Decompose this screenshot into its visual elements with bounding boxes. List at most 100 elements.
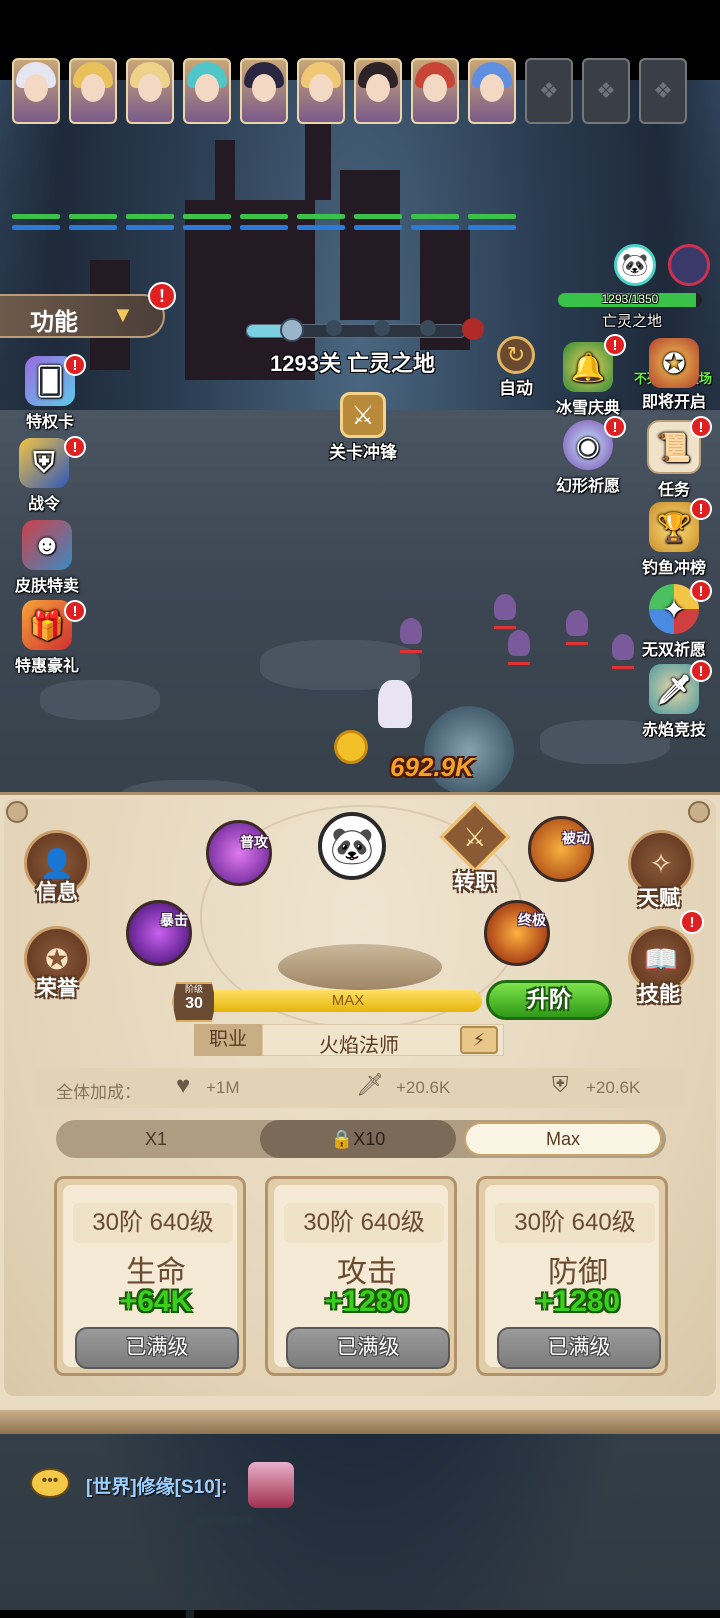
upgrade-rank-label: 升阶 <box>526 987 571 1012</box>
right-icon-label: 赤焰竞技 <box>641 722 706 739</box>
right-icon-label: 即将开启 <box>641 394 706 411</box>
alert-icon: ! <box>690 416 712 438</box>
hero-hp-bar <box>411 214 459 219</box>
hero-portrait[interactable] <box>468 58 516 124</box>
alert-icon: ! <box>690 660 712 682</box>
person-icon: 👤 <box>39 847 75 879</box>
hero-energy-bar <box>411 225 459 230</box>
function-menu-button[interactable]: 功能 ▼ <box>0 294 165 338</box>
rank-progress-bar: MAX <box>214 990 482 1012</box>
stat-card-attack: 30阶 640级 攻击 +1280 已满级 <box>265 1176 457 1376</box>
chat-bubble-icon[interactable]: ••• <box>30 1468 70 1498</box>
locked-hero-slot[interactable]: ❖ <box>639 58 687 124</box>
alert-icon: ! <box>690 498 712 520</box>
lock-icon: 🔒 <box>330 1129 354 1149</box>
multiplier-max-tab[interactable]: Max <box>464 1122 662 1156</box>
shield-icon: ⛨ <box>552 1072 569 1097</box>
auto-label: 自动 <box>499 379 533 398</box>
hero-hp-bar <box>126 214 174 219</box>
right-icon-arena[interactable]: ✪ 即将开启 <box>634 338 714 412</box>
bonus-def-value: +20.6K <box>586 1078 641 1097</box>
right-icon-label: 幻形祈愿 <box>555 478 620 495</box>
chat-channel[interactable]: [世界]修缘[S10]: <box>86 1472 227 1499</box>
stat-card-level: 30阶 640级 <box>495 1203 655 1243</box>
alert-icon: ! <box>680 910 704 934</box>
left-icon-label: 皮肤特卖 <box>14 578 79 595</box>
maxed-button[interactable]: 已满级 <box>286 1327 450 1369</box>
multiplier-x1-tab[interactable]: X1 <box>56 1120 256 1158</box>
maxed-button[interactable]: 已满级 <box>75 1327 239 1369</box>
auto-button[interactable]: ↻ 自动 <box>488 336 544 398</box>
stat-card-defense: 30阶 640级 防御 +1280 已满级 <box>476 1176 668 1376</box>
boss-name: 亡灵之地 <box>601 313 662 330</box>
hero-energy-bar <box>297 225 345 230</box>
ultimate-label: 终极 <box>518 912 546 928</box>
hero-energy-bar <box>126 225 174 230</box>
hero-portrait[interactable] <box>183 58 231 124</box>
hero-energy-bar <box>354 225 402 230</box>
hero-portrait[interactable] <box>126 58 174 124</box>
alert-icon: ! <box>604 416 626 438</box>
crit-label: 暴击 <box>160 912 188 928</box>
boss-avatar-demon[interactable] <box>668 244 710 286</box>
alert-icon: ! <box>64 354 86 376</box>
maxed-button[interactable]: 已满级 <box>497 1327 661 1369</box>
right-icon-label: 任务 <box>657 482 690 499</box>
alert-icon: ! <box>690 580 712 602</box>
pedestal <box>278 944 442 990</box>
hero-portrait[interactable] <box>69 58 117 124</box>
hero-energy-bar <box>240 225 288 230</box>
crossed-swords-icon: ⚔ <box>439 801 511 873</box>
hero-energy-bar <box>69 225 117 230</box>
stage-charge-button[interactable]: ⚔ 关卡冲锋 <box>318 392 408 463</box>
hero-portrait[interactable] <box>411 58 459 124</box>
right-icon-label: 钓鱼冲榜 <box>641 560 706 577</box>
job-label: 职业 <box>194 1024 262 1056</box>
hero-hp-bar <box>354 214 402 219</box>
normal-attack-skill[interactable] <box>206 820 272 886</box>
skills-label: 技能 <box>638 983 680 1006</box>
hero-hp-bar <box>240 214 288 219</box>
book-icon: 📖 <box>643 943 679 975</box>
boss-avatar-panda[interactable]: 🐼 <box>614 244 656 286</box>
chevron-down-icon: ▼ <box>112 302 134 327</box>
coin-icon <box>334 730 368 764</box>
upgrade-rank-button[interactable]: 升阶 <box>486 980 612 1020</box>
rank-progress-text: MAX <box>331 992 365 1009</box>
bonus-label: 全体加成： <box>56 1083 141 1102</box>
right-icon-label: 无双祈愿 <box>641 642 706 659</box>
function-menu-label: 功能 <box>30 309 78 336</box>
left-icon-label: 特惠豪礼 <box>14 658 79 675</box>
hero-portrait[interactable] <box>297 58 345 124</box>
stat-card-hp: 30阶 640级 生命 +64K 已满级 <box>54 1176 246 1376</box>
stat-card-level: 30阶 640级 <box>284 1203 444 1243</box>
locked-hero-slot[interactable]: ❖ <box>582 58 630 124</box>
passive-label: 被动 <box>562 830 590 846</box>
hero-hp-bar <box>183 214 231 219</box>
hero-portrait[interactable] <box>354 58 402 124</box>
panda-avatar: 🐼 <box>318 812 386 880</box>
star-badge-icon: ✪ <box>45 943 69 975</box>
refresh-icon: ↻ <box>497 336 535 374</box>
class-transfer-label: 转职 <box>454 871 496 894</box>
left-icon-skin-sale[interactable]: ☻ 皮肤特卖 <box>4 520 90 596</box>
multiplier-x10-tab[interactable]: 🔒X10 <box>260 1120 456 1158</box>
boss-hp-text: 1293/1350 <box>601 293 659 306</box>
passive-skill[interactable] <box>528 816 594 882</box>
locked-hero-slot[interactable]: ❖ <box>525 58 573 124</box>
class-transfer-button[interactable]: ⚔ 转职 <box>439 801 511 894</box>
alert-icon: ! <box>64 436 86 458</box>
left-icon-label: 特权卡 <box>25 414 74 431</box>
hero-hp-bar <box>69 214 117 219</box>
job-value: 火焰法师 <box>319 1035 399 1057</box>
bonus-hp-value: +1M <box>206 1078 240 1097</box>
job-switch-icon[interactable]: ⚡ <box>460 1026 498 1054</box>
hero-portrait[interactable] <box>12 58 60 124</box>
bonus-bar: 全体加成： ♥ +1M 🗡 +20.6K ⛨ +20.6K <box>34 1068 686 1108</box>
stat-card-value: +64K <box>119 1285 193 1318</box>
bottom-decoration <box>186 1516 254 1618</box>
hero-energy-bar <box>183 225 231 230</box>
boss-hp-bar: 1293/1350 <box>558 293 702 307</box>
stat-card-value: +1280 <box>535 1285 621 1318</box>
hero-portrait[interactable] <box>240 58 288 124</box>
